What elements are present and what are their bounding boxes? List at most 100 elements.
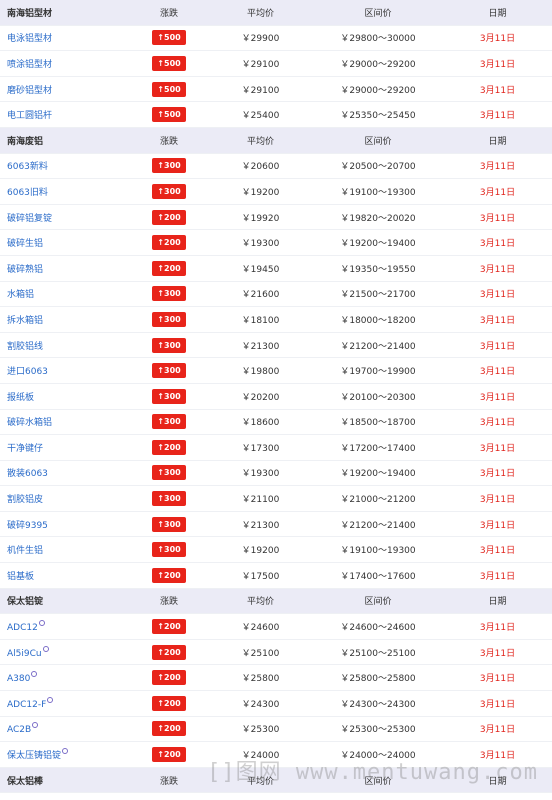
change-badge: ↑200 bbox=[152, 235, 186, 251]
product-link[interactable]: AC2B bbox=[7, 725, 31, 735]
product-name-cell: 6063新料 bbox=[0, 159, 130, 172]
product-link[interactable]: 破碎熟铝 bbox=[7, 265, 43, 275]
date-value: 3月11日 bbox=[479, 725, 516, 736]
change-badge: ↑200 bbox=[152, 260, 186, 276]
date-cell: 3月11日 bbox=[443, 159, 552, 172]
product-link[interactable]: 电泳铝型材 bbox=[7, 34, 52, 44]
table-row: 机件生铝 ↑300 ￥19200 ￥19100～19300 3月11日 bbox=[0, 537, 552, 564]
date-value: 3月11日 bbox=[479, 111, 516, 122]
product-link[interactable]: A380 bbox=[7, 674, 30, 684]
avg-price: ￥25100 bbox=[241, 648, 280, 659]
product-link[interactable]: ADC12-F bbox=[7, 700, 46, 710]
column-header-range: 区间价 bbox=[364, 8, 392, 19]
table-row: Al5i9Cu ↑200 ￥25100 ￥25100～25100 3月11日 bbox=[0, 640, 552, 666]
product-link[interactable]: 报纸板 bbox=[7, 393, 34, 403]
date-value: 3月11日 bbox=[479, 699, 516, 710]
product-link[interactable]: 破碎水箱铝 bbox=[7, 418, 52, 428]
product-name-cell: 水箱铝 bbox=[0, 287, 130, 300]
date-value: 3月11日 bbox=[479, 315, 516, 326]
date-value: 3月11日 bbox=[479, 367, 516, 378]
product-link[interactable]: 铝基板 bbox=[7, 572, 34, 582]
column-header-change: 涨跌 bbox=[159, 776, 178, 787]
date-value: 3月11日 bbox=[479, 623, 516, 634]
change-cell: ↑200 bbox=[130, 695, 208, 711]
range-price: ￥19700～19900 bbox=[340, 367, 416, 378]
avg-price: ￥25400 bbox=[241, 111, 280, 122]
product-link[interactable]: 机件生铝 bbox=[7, 546, 43, 556]
change-badge: ↑200 bbox=[152, 721, 186, 737]
registered-mark-icon bbox=[31, 671, 38, 678]
product-link[interactable]: 破碎铝复锭 bbox=[7, 214, 52, 224]
product-link[interactable]: 割胶铝线 bbox=[7, 342, 43, 352]
date-cell: 3月11日 bbox=[443, 185, 552, 198]
range-price: ￥18000～18200 bbox=[340, 315, 416, 326]
avg-price: ￥29100 bbox=[241, 59, 280, 70]
change-cell: ↑300 bbox=[130, 363, 208, 379]
table-row: 进口6063 ↑300 ￥19800 ￥19700～19900 3月11日 bbox=[0, 358, 552, 384]
date-value: 3月11日 bbox=[479, 546, 516, 557]
product-link[interactable]: 拆水箱铝 bbox=[7, 316, 43, 326]
avg-price: ￥29900 bbox=[241, 34, 280, 45]
avg-price: ￥24300 bbox=[241, 699, 280, 710]
product-link[interactable]: 磨砂铝型材 bbox=[7, 86, 52, 96]
change-badge: ↑300 bbox=[152, 363, 186, 379]
change-badge: ↑200 bbox=[152, 439, 186, 455]
date-cell: 3月11日 bbox=[443, 31, 552, 44]
product-link[interactable]: 6063新料 bbox=[7, 162, 48, 172]
change-cell: ↑300 bbox=[130, 388, 208, 404]
range-price: ￥19350～19550 bbox=[340, 264, 416, 275]
product-link[interactable]: 保太压铸铝锭 bbox=[7, 751, 61, 761]
avg-price: ￥17300 bbox=[241, 443, 280, 454]
product-name-cell: 破碎9395 bbox=[0, 518, 130, 531]
date-cell: 3月11日 bbox=[443, 441, 552, 454]
product-link[interactable]: 6063旧料 bbox=[7, 188, 48, 198]
change-cell: ↑200 bbox=[130, 670, 208, 686]
product-link[interactable]: 破碎9395 bbox=[7, 521, 48, 531]
change-badge: ↑500 bbox=[152, 81, 186, 97]
product-name-cell: 6063旧料 bbox=[0, 185, 130, 198]
date-value: 3月11日 bbox=[479, 187, 516, 198]
avg-price: ￥19450 bbox=[241, 264, 280, 275]
change-cell: ↑200 bbox=[130, 209, 208, 225]
change-cell: ↑300 bbox=[130, 516, 208, 532]
range-price: ￥21200～21400 bbox=[340, 341, 416, 352]
table-row: 电工圆铝杆 ↑500 ￥25400 ￥25350～25450 3月11日 bbox=[0, 102, 552, 128]
product-name-cell: 进口6063 bbox=[0, 364, 130, 377]
product-name-cell: 干净键仔 bbox=[0, 441, 130, 454]
date-value: 3月11日 bbox=[479, 162, 516, 173]
product-link[interactable]: 干净键仔 bbox=[7, 444, 43, 454]
avg-price: ￥18100 bbox=[241, 315, 280, 326]
product-link[interactable]: 水箱铝 bbox=[7, 290, 34, 300]
product-link[interactable]: 破碎生铝 bbox=[7, 239, 43, 249]
range-price: ￥18500～18700 bbox=[340, 418, 416, 429]
change-badge: ↑200 bbox=[152, 747, 186, 763]
change-cell: ↑200 bbox=[130, 644, 208, 660]
date-cell: 3月11日 bbox=[443, 108, 552, 121]
table-row: 喷涂铝型材 ↑500 ￥29100 ￥29000～29200 3月11日 bbox=[0, 51, 552, 77]
product-link[interactable]: ADC12 bbox=[7, 623, 38, 633]
product-name-cell: A380 bbox=[0, 671, 130, 684]
change-badge: ↑500 bbox=[152, 107, 186, 123]
product-name-cell: 磨砂铝型材 bbox=[0, 83, 130, 96]
change-badge: ↑300 bbox=[152, 183, 186, 199]
product-link[interactable]: 割胶铝皮 bbox=[7, 495, 43, 505]
table-row: 6063旧料 ↑300 ￥19200 ￥19100～19300 3月11日 bbox=[0, 179, 552, 205]
avg-price: ￥19200 bbox=[241, 546, 280, 557]
date-cell: 3月11日 bbox=[443, 646, 552, 659]
column-header-range: 区间价 bbox=[364, 597, 392, 608]
product-link[interactable]: 进口6063 bbox=[7, 367, 48, 377]
product-link[interactable]: 散装6063 bbox=[7, 469, 48, 479]
change-badge: ↑300 bbox=[152, 337, 186, 353]
change-cell: ↑200 bbox=[130, 747, 208, 763]
product-link[interactable]: 喷涂铝型材 bbox=[7, 60, 52, 70]
product-link[interactable]: 电工圆铝杆 bbox=[7, 111, 52, 121]
range-price: ￥19200～19400 bbox=[340, 239, 416, 250]
date-value: 3月11日 bbox=[479, 392, 516, 403]
change-badge: ↑200 bbox=[152, 695, 186, 711]
change-badge: ↑300 bbox=[152, 158, 186, 174]
range-price: ￥25300～25300 bbox=[340, 725, 416, 736]
product-link[interactable]: Al5i9Cu bbox=[7, 649, 42, 659]
column-header-avg: 平均价 bbox=[246, 8, 274, 19]
product-name-cell: 喷涂铝型材 bbox=[0, 57, 130, 70]
avg-price: ￥25800 bbox=[241, 674, 280, 685]
